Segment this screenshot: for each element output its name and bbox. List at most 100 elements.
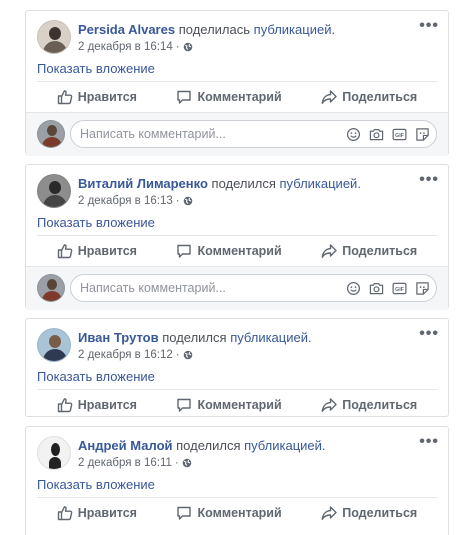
like-label: Нравится	[77, 243, 137, 258]
thumbs-up-icon	[57, 505, 73, 520]
like-button[interactable]: Нравится	[51, 498, 143, 528]
shared-text: поделился	[176, 438, 241, 453]
comment-button[interactable]: Комментарий	[170, 236, 287, 266]
camera-icon[interactable]	[369, 127, 384, 142]
post-header: Persida Alvares поделилась публикацией. …	[26, 11, 448, 61]
share-label: Поделиться	[342, 89, 418, 104]
like-button[interactable]: Нравится	[51, 390, 143, 420]
author-name-link[interactable]: Андрей Малой	[78, 438, 173, 453]
publication-link[interactable]: публикацией.	[280, 176, 361, 191]
post-card: Виталий Лимаренко поделился публикацией.…	[25, 164, 449, 310]
post-meta: Persida Alvares поделилась публикацией. …	[78, 21, 335, 55]
like-label: Нравится	[77, 397, 137, 412]
speech-bubble-icon	[177, 506, 192, 520]
post-timestamp[interactable]: 2 декабря в 16:12	[78, 347, 173, 363]
gif-icon[interactable]: GIF	[392, 127, 407, 142]
separator-dot: ·	[175, 195, 180, 207]
show-attachment-link[interactable]: Показать вложение	[37, 477, 155, 492]
like-label: Нравится	[77, 89, 137, 104]
comment-label: Комментарий	[197, 397, 282, 412]
author-avatar[interactable]	[37, 328, 71, 362]
more-options-icon[interactable]: •••	[419, 326, 439, 342]
speech-bubble-icon	[177, 90, 192, 104]
camera-icon[interactable]	[369, 281, 384, 296]
globe-icon[interactable]	[183, 42, 193, 52]
emoji-icon[interactable]	[346, 281, 361, 296]
post-actions-bar: Нравится Комментарий Поделиться	[37, 235, 437, 265]
comment-button[interactable]: Комментарий	[170, 390, 287, 420]
more-options-icon[interactable]: •••	[419, 172, 439, 188]
emoji-icon[interactable]	[346, 127, 361, 142]
post-meta: Иван Трутов поделился публикацией. 2 дек…	[78, 329, 312, 363]
post-header: Иван Трутов поделился публикацией. 2 дек…	[26, 319, 448, 369]
like-button[interactable]: Нравится	[51, 236, 143, 266]
comment-input[interactable]: Написать комментарий... GIF	[70, 120, 437, 148]
author-name-link[interactable]: Persida Alvares	[78, 22, 175, 37]
news-feed: Persida Alvares поделилась публикацией. …	[0, 0, 473, 535]
thumbs-up-icon	[57, 243, 73, 258]
comment-input[interactable]: Написать комментарий... GIF	[70, 274, 437, 302]
author-avatar[interactable]	[37, 436, 71, 470]
publication-link[interactable]: публикацией.	[230, 330, 311, 345]
comment-placeholder[interactable]: Написать комментарий...	[80, 281, 338, 295]
more-options-icon[interactable]: •••	[419, 434, 439, 450]
author-name-link[interactable]: Виталий Лимаренко	[78, 176, 208, 191]
comment-composer: Написать комментарий... GIF	[26, 112, 448, 156]
share-arrow-icon	[321, 89, 337, 104]
comment-tools: GIF	[338, 281, 436, 296]
show-attachment-link[interactable]: Показать вложение	[37, 215, 155, 230]
current-user-avatar[interactable]	[37, 120, 65, 148]
more-options-icon[interactable]: •••	[419, 18, 439, 34]
shared-text: поделился	[211, 176, 276, 191]
post-actions-bar: Нравится Комментарий Поделиться	[37, 389, 437, 419]
comment-label: Комментарий	[197, 243, 282, 258]
sticker-icon[interactable]	[415, 281, 430, 296]
share-button[interactable]: Поделиться	[315, 390, 423, 420]
separator-dot: ·	[174, 457, 179, 469]
post-header: Андрей Малой поделился публикацией. 2 де…	[26, 427, 448, 477]
share-button[interactable]: Поделиться	[315, 236, 423, 266]
post-card: Андрей Малой поделился публикацией. 2 де…	[25, 426, 449, 535]
like-label: Нравится	[77, 505, 137, 520]
share-button[interactable]: Поделиться	[315, 82, 423, 112]
comment-button[interactable]: Комментарий	[170, 82, 287, 112]
comment-label: Комментарий	[197, 505, 282, 520]
author-avatar[interactable]	[37, 20, 71, 54]
share-arrow-icon	[321, 397, 337, 412]
post-timestamp[interactable]: 2 декабря в 16:11	[78, 455, 172, 471]
post-meta: Андрей Малой поделился публикацией. 2 де…	[78, 437, 326, 471]
post-actions-bar: Нравится Комментарий Поделиться	[37, 81, 437, 111]
share-button[interactable]: Поделиться	[315, 498, 423, 528]
publication-link[interactable]: публикацией.	[254, 22, 335, 37]
share-label: Поделиться	[342, 243, 418, 258]
author-avatar[interactable]	[37, 174, 71, 208]
gif-icon[interactable]: GIF	[392, 281, 407, 296]
show-attachment-link[interactable]: Показать вложение	[37, 369, 155, 384]
globe-icon[interactable]	[183, 196, 193, 206]
separator-dot: ·	[175, 349, 180, 361]
show-attachment-link[interactable]: Показать вложение	[37, 61, 155, 76]
post-timestamp[interactable]: 2 декабря в 16:14	[78, 39, 173, 55]
post-actions-bar: Нравится Комментарий Поделиться	[37, 497, 437, 527]
comment-button[interactable]: Комментарий	[170, 498, 287, 528]
comment-composer: Написать комментарий... GIF	[26, 266, 448, 310]
thumbs-up-icon	[57, 397, 73, 412]
sticker-icon[interactable]	[415, 127, 430, 142]
globe-icon[interactable]	[182, 458, 192, 468]
post-card: Иван Трутов поделился публикацией. 2 дек…	[25, 318, 449, 417]
shared-text: поделилась	[178, 22, 251, 37]
publication-link[interactable]: публикацией.	[244, 438, 325, 453]
post-timestamp[interactable]: 2 декабря в 16:13	[78, 193, 173, 209]
comment-placeholder[interactable]: Написать комментарий...	[80, 127, 338, 141]
post-header: Виталий Лимаренко поделился публикацией.…	[26, 165, 448, 215]
author-name-link[interactable]: Иван Трутов	[78, 330, 159, 345]
comment-label: Комментарий	[197, 89, 282, 104]
globe-icon[interactable]	[183, 350, 193, 360]
share-label: Поделиться	[342, 397, 418, 412]
current-user-avatar[interactable]	[37, 274, 65, 302]
shared-text: поделился	[162, 330, 227, 345]
share-label: Поделиться	[342, 505, 418, 520]
like-button[interactable]: Нравится	[51, 82, 143, 112]
speech-bubble-icon	[177, 398, 192, 412]
share-arrow-icon	[321, 505, 337, 520]
